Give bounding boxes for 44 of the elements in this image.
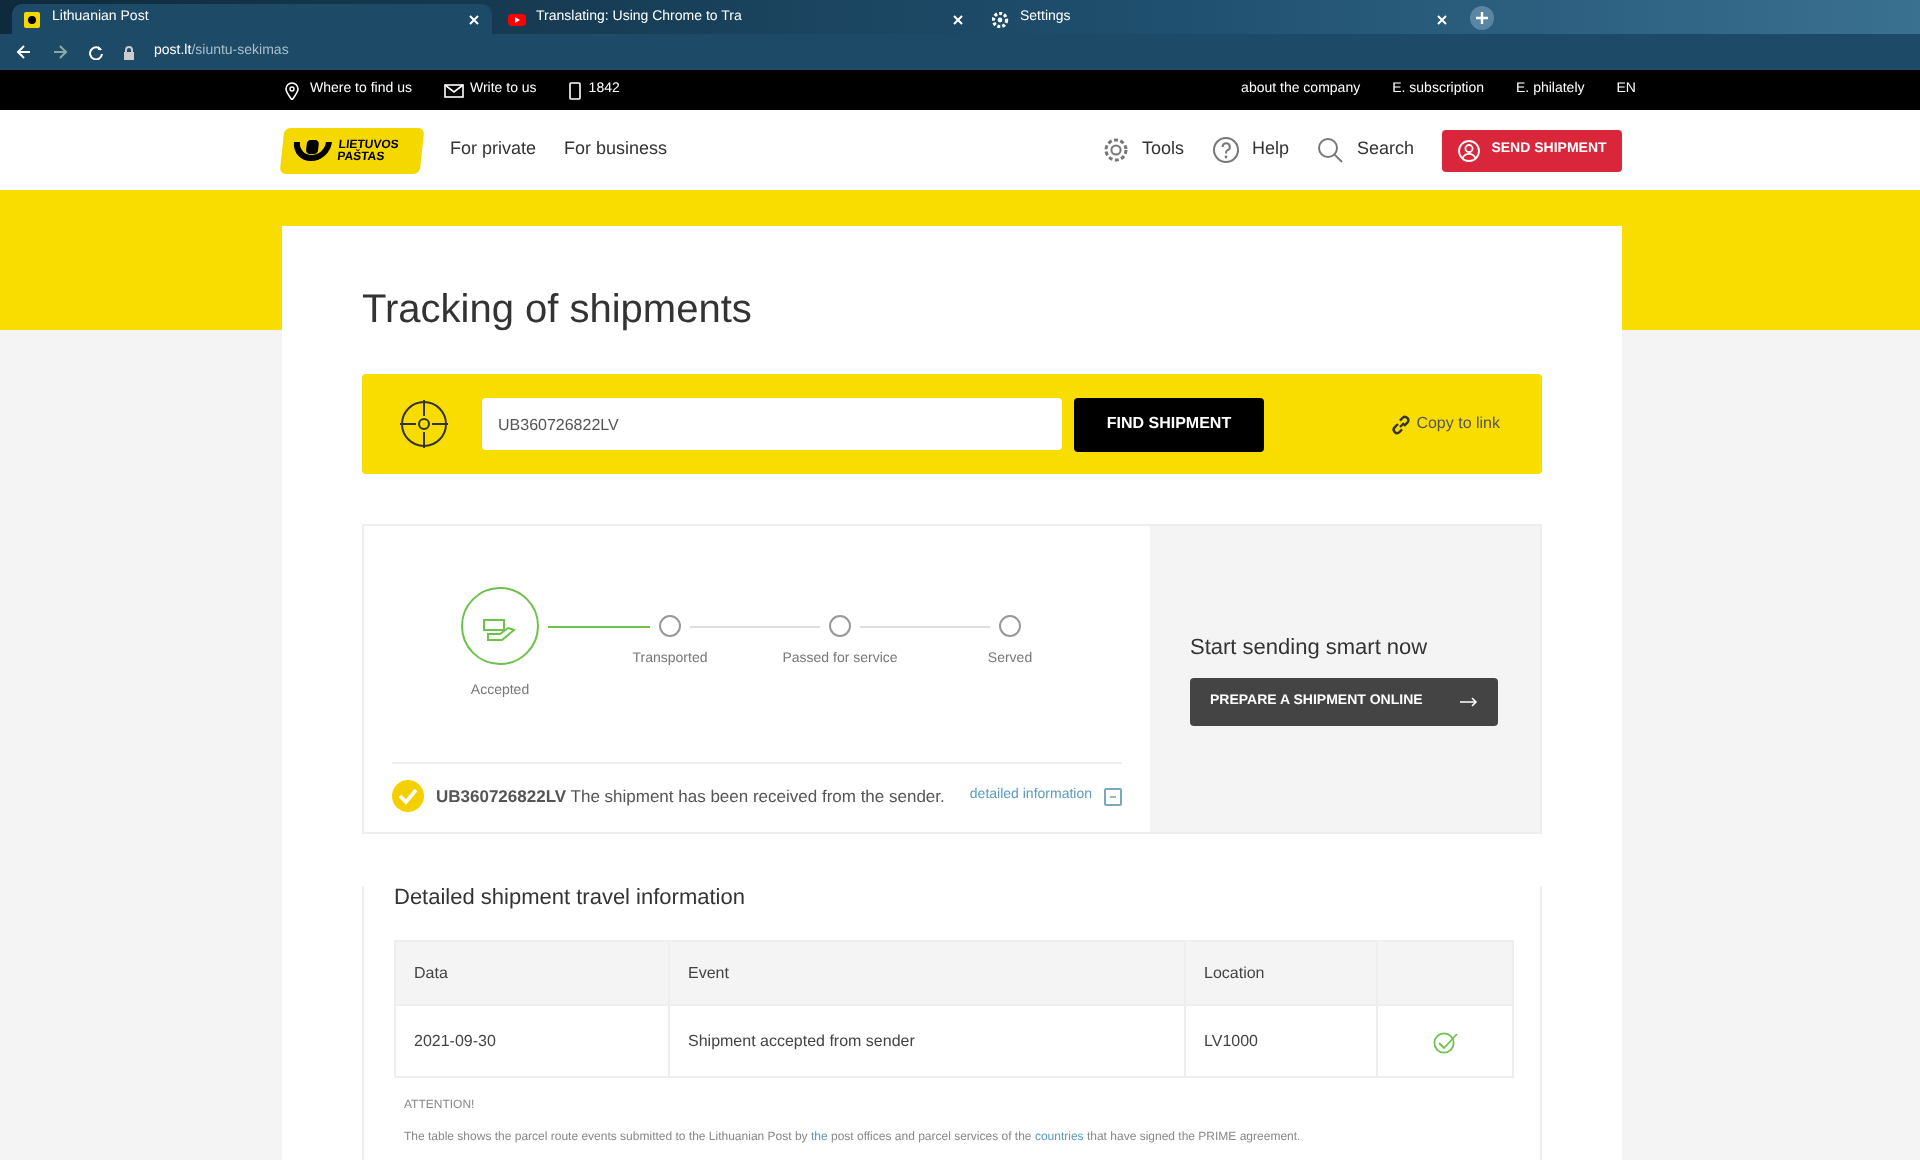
section-title: Detailed shipment travel information bbox=[394, 886, 747, 913]
tool-button[interactable]: Help bbox=[1211, 136, 1289, 164]
table-cell: 2021-09-30 bbox=[395, 1005, 669, 1078]
user-icon bbox=[1457, 139, 1480, 161]
column-header: Location bbox=[1185, 941, 1377, 1006]
check-badge-icon bbox=[392, 780, 424, 812]
table-cell: LV1000 bbox=[1185, 1005, 1377, 1078]
status-text: UB360726822LV The shipment has been received from the sender. bbox=[436, 783, 945, 809]
table-cell: Shipment accepted from sender bbox=[669, 1005, 1185, 1078]
page-title: Tracking of shipments bbox=[362, 286, 754, 334]
copy-link[interactable]: Copy to link bbox=[1390, 412, 1500, 436]
nav-link[interactable]: For business bbox=[564, 136, 668, 164]
minus-icon bbox=[1108, 791, 1118, 801]
column-header: Event bbox=[669, 941, 1185, 1006]
back-icon bbox=[16, 44, 32, 60]
crosshair-icon bbox=[398, 398, 450, 450]
help-icon bbox=[1211, 136, 1240, 164]
tool-button[interactable]: Search bbox=[1316, 136, 1414, 164]
post-horn-icon bbox=[290, 135, 334, 165]
find-shipment-button[interactable]: FIND SHIPMENT bbox=[1074, 397, 1264, 451]
link-icon bbox=[1390, 413, 1413, 435]
nav-link[interactable]: For private bbox=[450, 136, 537, 164]
close-icon bbox=[468, 13, 480, 25]
arrow-right-icon bbox=[1460, 695, 1478, 708]
promo-title: Start sending smart now bbox=[1190, 634, 1430, 665]
new-tab-button[interactable] bbox=[1470, 6, 1494, 30]
search-icon bbox=[1316, 136, 1345, 164]
settings-icon bbox=[992, 11, 1010, 27]
reload-icon bbox=[88, 44, 104, 60]
tracking-number-field[interactable]: UB360726822LV bbox=[482, 398, 1062, 450]
post-icon bbox=[24, 11, 42, 27]
forward-icon bbox=[52, 44, 68, 60]
close-icon bbox=[1436, 13, 1448, 25]
close-icon bbox=[952, 13, 964, 25]
video-icon bbox=[508, 11, 526, 27]
tool-button[interactable]: Tools bbox=[1101, 136, 1184, 164]
collapse-toggle[interactable] bbox=[1104, 787, 1122, 805]
lock-icon bbox=[124, 45, 134, 59]
column-header: Data bbox=[395, 941, 669, 1006]
phone-icon bbox=[568, 81, 583, 99]
pin-icon bbox=[284, 81, 304, 99]
mail-icon bbox=[443, 81, 464, 99]
plus-icon bbox=[1474, 10, 1490, 26]
settings-icon bbox=[1101, 136, 1130, 164]
